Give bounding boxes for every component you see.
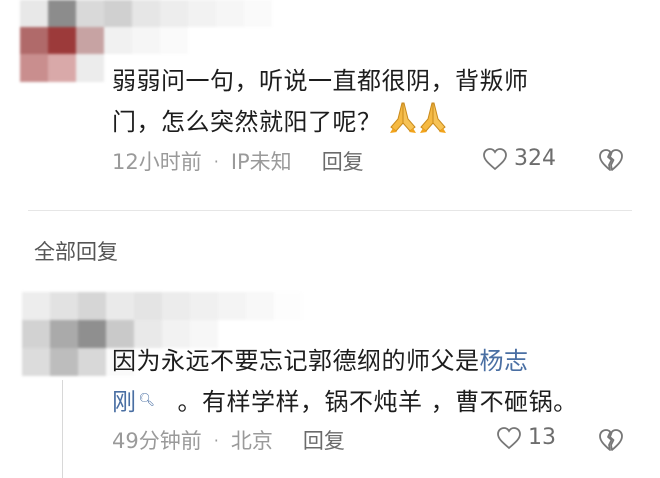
dislike-button[interactable] bbox=[598, 148, 624, 176]
like-count: 13 bbox=[528, 425, 556, 450]
reply-text-line-2: 刚 🔍︎ 。有样学样，锅不炖羊 ，曹不砸锅。 bbox=[112, 381, 642, 422]
reply-text-line-1-content: 因为永远不要忘记郭德纲的师父是 bbox=[112, 347, 480, 375]
broken-heart-icon bbox=[599, 429, 623, 451]
mention-link-continued[interactable]: 刚 bbox=[112, 388, 137, 416]
heart-icon bbox=[497, 426, 521, 449]
comment-thread: 弱弱问一句，听说一直都很阴，背叛师 门，怎么突然就阳了呢？ 12小时前 · IP… bbox=[0, 0, 660, 478]
comment-text: 弱弱问一句，听说一直都很阴，背叛师 门，怎么突然就阳了呢？ bbox=[112, 62, 612, 145]
reply-text: 因为永远不要忘记郭德纲的师父是杨志 刚 🔍︎ 。有样学样，锅不炖羊 ，曹不砸锅。 bbox=[112, 342, 642, 422]
separator-dot: · bbox=[213, 151, 219, 171]
reply-button[interactable]: 回复 bbox=[322, 146, 364, 176]
reply-text-line-2-content: 。有样学样，锅不炖羊 ，曹不砸锅。 bbox=[177, 388, 578, 416]
all-replies-label: 全部回复 bbox=[34, 240, 118, 264]
reply-button[interactable]: 回复 bbox=[303, 425, 345, 455]
like-button[interactable]: 13 bbox=[496, 425, 556, 450]
reply-location: 北京 bbox=[230, 429, 273, 453]
comment-time: 12小时前 bbox=[112, 150, 202, 174]
mention-link[interactable]: 杨志 bbox=[480, 347, 529, 375]
comment-text-line-2: 门，怎么突然就阳了呢？ bbox=[112, 101, 612, 145]
comment-location: IP未知 bbox=[230, 150, 292, 174]
like-count: 324 bbox=[514, 146, 556, 171]
comment-meta: 12小时前 · IP未知 回复 bbox=[112, 146, 364, 176]
broken-heart-icon bbox=[599, 149, 623, 171]
search-icon[interactable]: 🔍︎ bbox=[139, 393, 156, 408]
section-divider bbox=[28, 210, 632, 211]
separator-dot: · bbox=[213, 430, 219, 450]
reply-thread-line bbox=[62, 380, 63, 478]
like-button[interactable]: 324 bbox=[482, 146, 556, 171]
reply-text-line-1: 因为永远不要忘记郭德纲的师父是杨志 bbox=[112, 342, 642, 381]
reply-meta: 49分钟前 · 北京 回复 bbox=[112, 425, 345, 455]
comment-text-line-1: 弱弱问一句，听说一直都很阴，背叛师 bbox=[112, 67, 529, 95]
dislike-button[interactable] bbox=[598, 428, 624, 456]
praying-hands-icon bbox=[388, 101, 448, 145]
reply-time: 49分钟前 bbox=[112, 429, 202, 453]
comment-text-line-2-content: 门，怎么突然就阳了呢？ bbox=[112, 108, 382, 136]
heart-icon bbox=[483, 147, 507, 170]
